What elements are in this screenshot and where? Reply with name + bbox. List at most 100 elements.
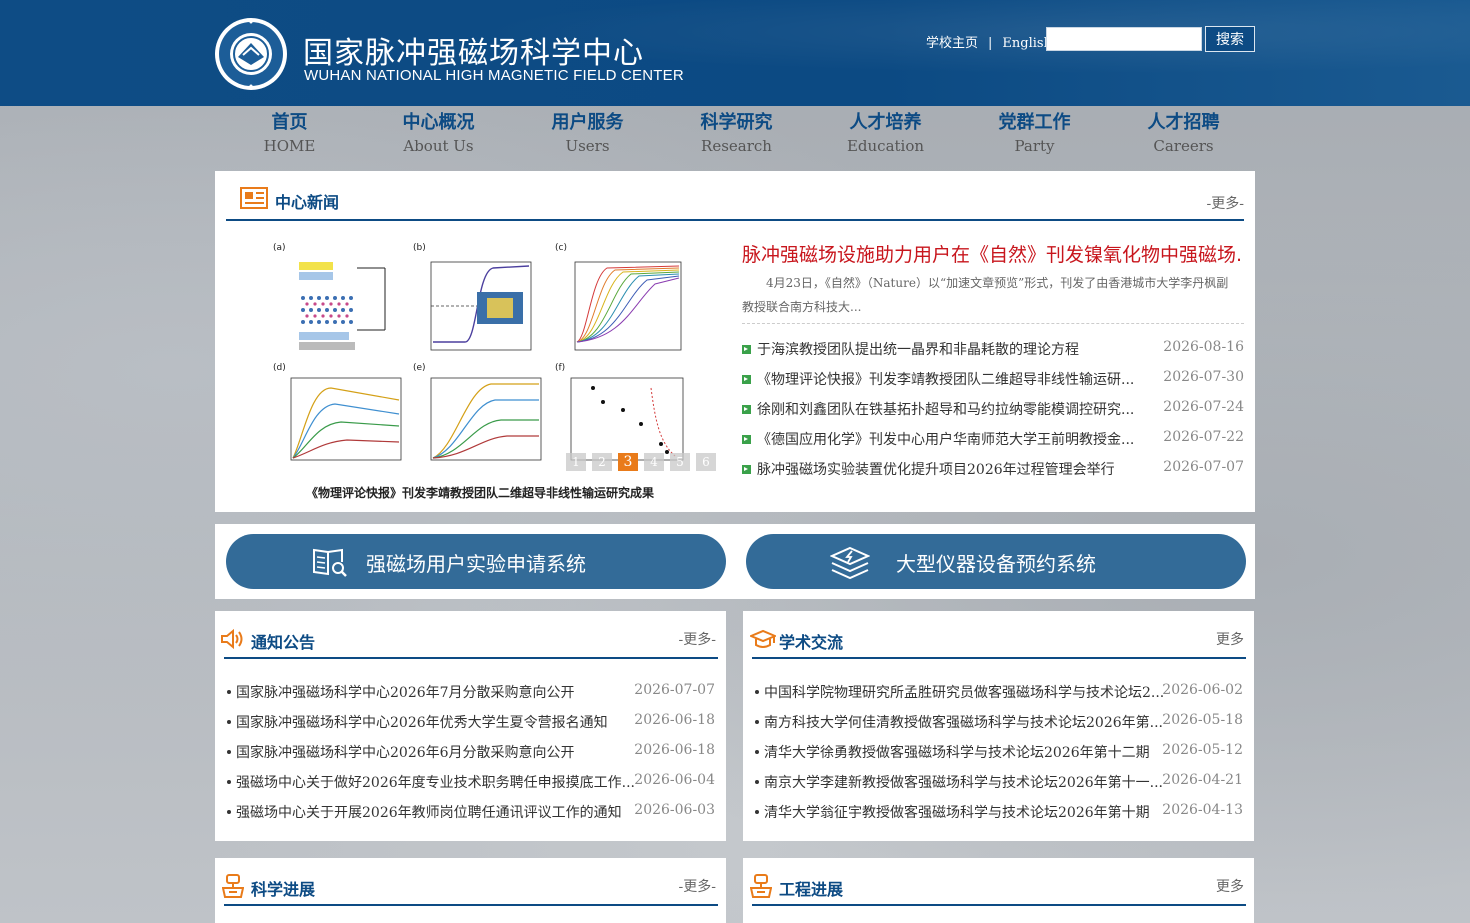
lead-news-title[interactable]: 脉冲强磁场设施助力用户在《自然》刊发镍氧化物中强磁场...	[742, 240, 1242, 267]
list-item[interactable]: 于海滨教授团队提出统一晶界和非晶耗散的理论方程 2026-08-16	[742, 336, 1244, 366]
list-item[interactable]: 清华大学翁征宇教授做客强磁场科学与技术论坛2026年第十期 2026-04-13	[755, 799, 1243, 829]
system-label: 强磁场用户实验申请系统	[366, 552, 586, 576]
section-header: 工程进展 更多	[750, 870, 1246, 906]
news-item-title: 脉冲强磁场实验装置优化提升项目2026年过程管理会举行	[757, 462, 1115, 478]
item-title: 强磁场中心关于开展2026年教师岗位聘任通讯评议工作的通知	[236, 805, 622, 821]
list-item[interactable]: 脉冲强磁场实验装置优化提升项目2026年过程管理会举行 2026-07-07	[742, 456, 1244, 486]
list-item[interactable]: 国家脉冲强磁场科学中心2026年优秀大学生夏令营报名通知 2026-06-18	[227, 709, 715, 739]
nav-label-cn: 首页	[271, 112, 308, 133]
arrow-bullet-icon	[742, 345, 751, 354]
list-item[interactable]: 中国科学院物理研究所孟胜研究员做客强磁场科学与技术论坛2... 2026-06-0…	[755, 679, 1243, 709]
nav-item-home[interactable]: 首页 HOME	[215, 112, 364, 157]
list-item[interactable]: 强磁场中心关于做好2026年度专业技术职务聘任申报摸底工作... 2026-06-…	[227, 769, 715, 799]
notice-list: 国家脉冲强磁场科学中心2026年7月分散采购意向公开 2026-07-07 国家脉…	[227, 679, 715, 829]
list-item[interactable]: 清华大学徐勇教授做客强磁场科学与技术论坛2026年第十二期 2026-05-12	[755, 739, 1243, 769]
nav-item-research[interactable]: 科学研究 Research	[662, 112, 811, 157]
nav-label-cn: 用户服务	[551, 112, 624, 133]
list-item[interactable]: 徐刚和刘鑫团队在铁基拓扑超导和马约拉纳零能模调控研究... 2026-07-24	[742, 396, 1244, 426]
nav-label-en: Party	[1014, 137, 1055, 155]
more-link[interactable]: -更多-	[1207, 193, 1244, 213]
nav-label-cn: 人才招聘	[1147, 112, 1220, 133]
dot-bullet-icon	[227, 750, 231, 754]
user-experiment-system-button[interactable]: 强磁场用户实验申请系统	[226, 534, 726, 589]
search-button[interactable]: 搜索	[1205, 26, 1255, 52]
slider-dot-active[interactable]: 3	[618, 453, 638, 471]
emblem-logo[interactable]	[214, 17, 288, 91]
list-item[interactable]: 强磁场中心关于开展2026年教师岗位聘任通讯评议工作的通知 2026-06-03	[227, 799, 715, 829]
site-header: 国家脉冲强磁场科学中心 WUHAN NATIONAL HIGH MAGNETIC…	[0, 0, 1470, 106]
english-link[interactable]: English	[1002, 36, 1052, 51]
nav-item-users[interactable]: 用户服务 Users	[513, 112, 662, 157]
dot-bullet-icon	[755, 780, 759, 784]
science-progress-panel: 科学进展 -更多-	[215, 858, 726, 923]
nav-label-en: Education	[846, 137, 925, 155]
nav-label-en: About Us	[403, 137, 474, 155]
section-header: 学术交流 更多	[750, 623, 1246, 659]
arrow-bullet-icon	[742, 465, 751, 474]
nav-item-education[interactable]: 人才培养 Education	[811, 112, 960, 157]
slider-dot[interactable]: 5	[670, 453, 690, 471]
item-title: 国家脉冲强磁场科学中心2026年7月分散采购意向公开	[236, 685, 575, 701]
instrument-booking-system-button[interactable]: 大型仪器设备预约系统	[746, 534, 1246, 589]
section-title: 工程进展	[779, 880, 844, 899]
lead-news-summary: 4月23日，《自然》（Nature）以“加速文章预览”形式，刊发了由香港城市大学…	[742, 276, 1229, 314]
list-item[interactable]: 国家脉冲强磁场科学中心2026年6月分散采购意向公开 2026-06-18	[227, 739, 715, 769]
svg-text:(d): (d)	[273, 363, 286, 373]
arrow-bullet-icon	[742, 435, 751, 444]
section-header: 中心新闻 -更多-	[226, 183, 1244, 221]
dot-bullet-icon	[227, 690, 231, 694]
item-date: 2026-06-02	[1162, 682, 1243, 698]
graduation-cap-icon	[750, 629, 776, 648]
section-title: 通知公告	[251, 633, 316, 652]
list-item[interactable]: 《德国应用化学》刊发中心用户华南师范大学王前明教授金... 2026-07-22	[742, 426, 1244, 456]
section-header: 通知公告 -更多-	[221, 623, 718, 659]
svg-text:(f): (f)	[555, 363, 565, 373]
item-title: 中国科学院物理研究所孟胜研究员做客强磁场科学与技术论坛2...	[764, 685, 1165, 701]
dot-bullet-icon	[227, 780, 231, 784]
item-date: 2026-05-12	[1162, 742, 1243, 758]
item-date: 2026-07-07	[634, 682, 715, 698]
item-date: 2026-06-18	[634, 742, 715, 758]
item-date: 2026-04-13	[1162, 802, 1243, 818]
item-title: 南方科技大学何佳清教授做客强磁场科学与技术论坛2026年第...	[764, 715, 1163, 731]
slider-dot[interactable]: 4	[644, 453, 664, 471]
section-header: 科学进展 -更多-	[222, 870, 718, 906]
slider-dot[interactable]: 2	[592, 453, 612, 471]
list-item[interactable]: 南京大学李建新教授做客强磁场科学与技术论坛2026年第十一... 2026-04-…	[755, 769, 1243, 799]
nav-label-en: Careers	[1153, 137, 1214, 155]
slide-image[interactable]: (a) (b) (c) (d) (e) (f)	[255, 238, 725, 478]
academic-panel: 学术交流 更多 中国科学院物理研究所孟胜研究员做客强磁场科学与技术论坛2... 2…	[743, 611, 1254, 841]
nav-item-party[interactable]: 党群工作 Party	[960, 112, 1109, 157]
instrument-icon	[750, 874, 772, 898]
more-link[interactable]: 更多	[1216, 876, 1244, 896]
news-list: 于海滨教授团队提出统一晶界和非晶耗散的理论方程 2026-08-16 《物理评论…	[742, 336, 1244, 486]
news-item-date: 2026-07-22	[1163, 429, 1244, 445]
dot-bullet-icon	[755, 810, 759, 814]
academic-list: 中国科学院物理研究所孟胜研究员做客强磁场科学与技术论坛2... 2026-06-0…	[755, 679, 1243, 829]
list-item[interactable]: 国家脉冲强磁场科学中心2026年7月分散采购意向公开 2026-07-07	[227, 679, 715, 709]
item-date: 2026-06-18	[634, 712, 715, 728]
layers-lightning-icon	[830, 546, 870, 580]
item-date: 2026-06-04	[634, 772, 715, 788]
nav-item-careers[interactable]: 人才招聘 Careers	[1109, 112, 1258, 157]
list-item[interactable]: 《物理评论快报》刊发李靖教授团队二维超导非线性输运研... 2026-07-30	[742, 366, 1244, 396]
site-title-cn: 国家脉冲强磁场科学中心	[303, 36, 644, 71]
more-link[interactable]: -更多-	[679, 629, 716, 649]
nav-label-cn: 中心概况	[402, 112, 475, 133]
school-home-link[interactable]: 学校主页	[926, 36, 978, 51]
center-news-panel: 中心新闻 -更多- (a) (b) (c) (d) (e) (f) 1 2 3 …	[215, 171, 1255, 512]
item-title: 国家脉冲强磁场科学中心2026年6月分散采购意向公开	[236, 745, 575, 761]
section-title: 中心新闻	[275, 193, 340, 212]
section-title: 学术交流	[779, 633, 844, 652]
list-item[interactable]: 南方科技大学何佳清教授做客强磁场科学与技术论坛2026年第... 2026-05-…	[755, 709, 1243, 739]
section-title: 科学进展	[251, 880, 316, 899]
news-item-date: 2026-07-30	[1163, 369, 1244, 385]
slider-dot[interactable]: 1	[566, 453, 586, 471]
arrow-bullet-icon	[742, 405, 751, 414]
search-input[interactable]	[1046, 27, 1202, 51]
slider-dot[interactable]: 6	[696, 453, 716, 471]
more-link[interactable]: 更多	[1216, 629, 1244, 649]
slide-caption[interactable]: 《物理评论快报》刊发李靖教授团队二维超导非线性输运研究成果	[255, 484, 705, 501]
nav-item-about[interactable]: 中心概况 About Us	[364, 112, 513, 157]
more-link[interactable]: -更多-	[679, 876, 716, 896]
